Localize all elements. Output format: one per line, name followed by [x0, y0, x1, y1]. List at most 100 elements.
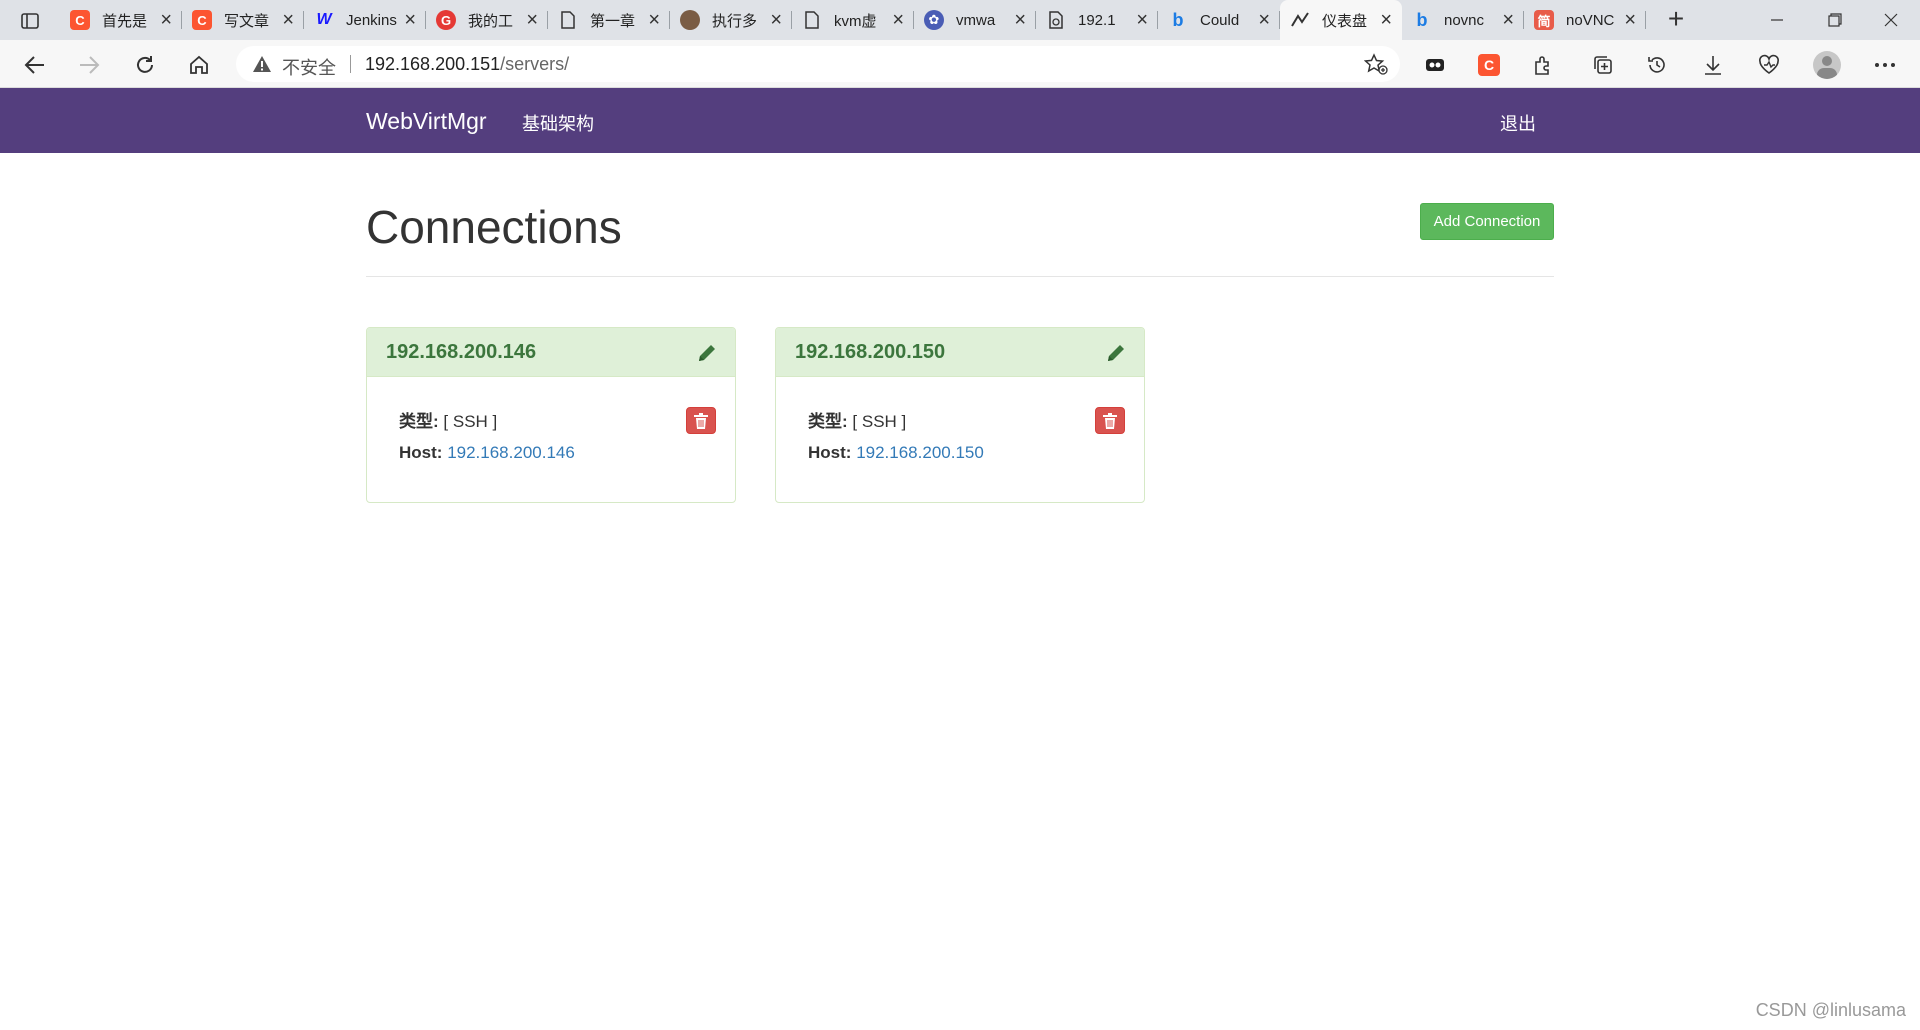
browser-tab[interactable]: kvm虚 × [792, 0, 914, 40]
tab-title: 第一章 [590, 12, 636, 30]
dashboard-favicon-icon [1290, 10, 1310, 30]
performance-button[interactable] [1752, 48, 1786, 82]
delete-connection-button[interactable] [686, 407, 716, 434]
connection-name[interactable]: 192.168.200.146 [386, 341, 536, 364]
tab-close-icon[interactable]: × [1258, 10, 1270, 30]
browser-tab[interactable]: 第一章 × [548, 0, 670, 40]
url-host: 192.168.200.151 [365, 54, 501, 74]
browser-tab[interactable]: C 首先是 × [60, 0, 182, 40]
tab-title: kvm虚 [834, 12, 877, 30]
connection-card-body: 类型: [ SSH ] Host: 192.168.200.146 [367, 377, 735, 502]
refresh-button[interactable] [128, 48, 162, 82]
home-button[interactable] [182, 48, 216, 82]
browser-tab[interactable]: ✿ vmwa × [914, 0, 1036, 40]
tab-close-icon[interactable]: × [1014, 10, 1026, 30]
tab-actions-button[interactable] [12, 8, 48, 34]
avatar [1813, 51, 1841, 79]
new-tab-button[interactable]: + [1660, 4, 1692, 36]
csdn-favicon-icon: C [70, 10, 90, 30]
connection-name[interactable]: 192.168.200.150 [795, 341, 945, 364]
bing-icon: b [1172, 9, 1184, 30]
logout-link[interactable]: 退出 [1500, 110, 1536, 136]
extension-button[interactable] [1418, 48, 1452, 82]
delete-connection-button[interactable] [1095, 407, 1125, 434]
browser-tab-active[interactable]: 仪表盘 × [1280, 0, 1402, 40]
heart-pulse-icon [1759, 54, 1779, 74]
tab-close-icon[interactable]: × [526, 10, 538, 30]
csdn-extension-icon: C [1478, 54, 1500, 76]
tab-close-icon[interactable]: × [770, 10, 782, 30]
trash-icon [1103, 412, 1117, 429]
close-icon [1884, 13, 1898, 27]
connection-card-body: 类型: [ SSH ] Host: 192.168.200.150 [776, 377, 1144, 502]
connection-host-row: Host: 192.168.200.150 [808, 443, 984, 463]
tab-actions-icon [21, 13, 39, 29]
tab-close-icon[interactable]: × [282, 10, 294, 30]
close-window-button[interactable] [1862, 0, 1920, 40]
edit-pencil-icon[interactable] [695, 341, 719, 365]
tab-close-icon[interactable]: × [1380, 10, 1392, 30]
trash-icon [694, 412, 708, 429]
browser-toolbar: 不安全 192.168.200.151/servers/ C [0, 40, 1920, 88]
tab-title: 192.1 [1078, 11, 1116, 29]
address-bar[interactable]: 不安全 192.168.200.151/servers/ [236, 46, 1400, 82]
browser-tab[interactable]: b Could × [1158, 0, 1280, 40]
minimize-icon [1771, 19, 1783, 21]
add-favorite-icon[interactable] [1364, 53, 1388, 75]
refresh-icon [137, 56, 153, 73]
document-icon [558, 10, 578, 30]
browser-tab[interactable]: 执行多 × [670, 0, 792, 40]
tab-title: Could [1200, 11, 1240, 29]
extensions-button[interactable] [1526, 48, 1560, 82]
browser-tab[interactable]: 192.1 × [1036, 0, 1158, 40]
document-icon [802, 10, 822, 30]
brand-link[interactable]: WebVirtMgr [366, 108, 487, 135]
browser-tab[interactable]: 简 noVNC × [1524, 0, 1646, 40]
settings-menu-button[interactable] [1868, 48, 1902, 82]
tab-title: 我的工 [468, 12, 514, 30]
tab-close-icon[interactable]: × [648, 10, 660, 30]
arrow-left-icon [24, 56, 44, 74]
type-value: [ SSH ] [443, 412, 498, 431]
tab-title: 仪表盘 [1322, 12, 1368, 30]
tab-close-icon[interactable]: × [1502, 10, 1514, 30]
edit-pencil-icon[interactable] [1104, 341, 1128, 365]
url-text[interactable]: 192.168.200.151/servers/ [365, 54, 569, 75]
profile-button[interactable] [1810, 48, 1844, 82]
collections-button[interactable] [1586, 48, 1620, 82]
downloads-button[interactable] [1696, 48, 1730, 82]
restore-button[interactable] [1806, 0, 1864, 40]
tab-close-icon[interactable]: × [1136, 10, 1148, 30]
connection-card: 192.168.200.146 类型: [ SSH ] Host: 192.16… [366, 327, 736, 503]
tab-list: C 首先是 × C 写文章 × W Jenkins × G 我的工 × 第一章 … [60, 0, 1646, 40]
minimize-button[interactable] [1748, 0, 1806, 40]
document-warning-icon [1046, 10, 1066, 30]
back-button[interactable] [18, 48, 52, 82]
browser-tab-strip: C 首先是 × C 写文章 × W Jenkins × G 我的工 × 第一章 … [0, 0, 1920, 40]
host-link[interactable]: 192.168.200.146 [447, 443, 575, 462]
host-link[interactable]: 192.168.200.150 [856, 443, 984, 462]
security-label[interactable]: 不安全 [282, 54, 336, 80]
browser-tab[interactable]: G 我的工 × [426, 0, 548, 40]
tab-close-icon[interactable]: × [160, 10, 172, 30]
forward-button[interactable] [72, 48, 106, 82]
connection-card-heading: 192.168.200.146 [367, 328, 735, 377]
browser-tab[interactable]: b novnc × [1402, 0, 1524, 40]
connection-type-row: 类型: [ SSH ] [399, 407, 497, 432]
add-connection-button[interactable]: Add Connection [1420, 203, 1554, 240]
csdn-extension-button[interactable]: C [1472, 48, 1506, 82]
tab-title: noVNC [1566, 11, 1615, 29]
tab-close-icon[interactable]: × [404, 10, 416, 30]
browser-tab[interactable]: W Jenkins × [304, 0, 426, 40]
arrow-right-icon [80, 56, 100, 74]
history-button[interactable] [1640, 48, 1674, 82]
tab-close-icon[interactable]: × [892, 10, 904, 30]
collections-icon [1594, 56, 1612, 74]
avatar-favicon-icon [680, 10, 700, 30]
type-value: [ SSH ] [852, 412, 907, 431]
type-label: 类型: [808, 412, 848, 431]
nav-link-infrastructure[interactable]: 基础架构 [522, 110, 594, 136]
tab-close-icon[interactable]: × [1624, 10, 1636, 30]
browser-tab[interactable]: C 写文章 × [182, 0, 304, 40]
w-favicon-icon: W [316, 11, 332, 28]
